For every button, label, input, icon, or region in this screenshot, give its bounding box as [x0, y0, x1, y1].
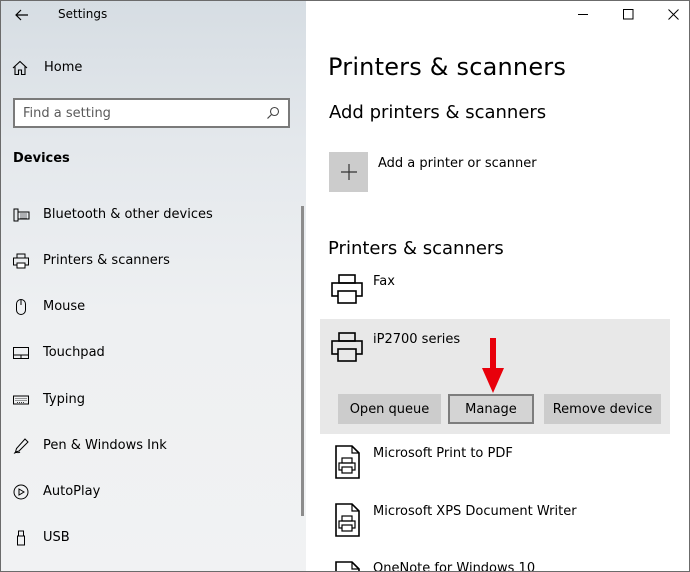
add-printer-label[interactable]: Add a printer or scanner	[378, 156, 537, 171]
list-section-title: Printers & scanners	[328, 238, 504, 259]
minimize-icon	[577, 13, 588, 15]
section-title-devices: Devices	[13, 151, 70, 166]
device-onenote[interactable]: OneNote for Windows 10	[320, 557, 670, 572]
usb-icon	[17, 530, 25, 546]
home-icon	[12, 60, 28, 76]
search-box[interactable]	[13, 98, 290, 128]
red-arrow-annotation	[482, 338, 504, 393]
minimize-button[interactable]	[573, 5, 593, 23]
pen-icon	[13, 438, 29, 454]
printer-icon	[331, 332, 363, 362]
remove-device-button[interactable]: Remove device	[544, 394, 661, 424]
add-printer-button[interactable]	[329, 152, 368, 192]
search-input[interactable]	[23, 104, 263, 122]
manage-button[interactable]: Manage	[448, 394, 534, 424]
printer-icon	[331, 274, 363, 304]
title-bar: Settings	[1, 1, 306, 31]
sidebar-item-bluetooth[interactable]: Bluetooth & other devices	[1, 195, 301, 235]
close-icon	[667, 8, 679, 20]
open-queue-button[interactable]: Open queue	[338, 394, 441, 424]
device-name: iP2700 series	[373, 332, 461, 347]
sidebar-item-label: Pen & Windows Ink	[43, 438, 167, 453]
sidebar-item-label: Printers & scanners	[43, 253, 170, 268]
device-xps-writer[interactable]: Microsoft XPS Document Writer	[320, 499, 670, 549]
keyboard-icon	[13, 395, 29, 405]
page-title: Printers & scanners	[328, 53, 567, 81]
device-name: Microsoft XPS Document Writer	[373, 504, 577, 519]
sidebar-scrollbar[interactable]	[301, 206, 304, 516]
maximize-icon	[622, 8, 633, 19]
sidebar-item-pen[interactable]: Pen & Windows Ink	[1, 426, 301, 466]
sidebar-item-mouse[interactable]: Mouse	[1, 287, 301, 327]
back-arrow-icon	[15, 9, 28, 21]
add-section-title: Add printers & scanners	[329, 102, 547, 123]
sidebar-item-typing[interactable]: Typing	[1, 380, 301, 420]
close-button[interactable]	[663, 5, 683, 23]
sidebar-item-label: Bluetooth & other devices	[43, 207, 213, 222]
sidebar: Settings Home Devices Bluetooth & other …	[1, 1, 306, 571]
document-printer-icon	[335, 445, 360, 479]
mouse-icon	[16, 299, 26, 315]
plus-icon	[340, 164, 357, 180]
bluetooth-devices-icon	[13, 208, 30, 222]
nav-home-label: Home	[44, 60, 83, 75]
sidebar-item-touchpad[interactable]: Touchpad	[1, 333, 301, 373]
main-content: Printers & scanners Add printers & scann…	[306, 1, 689, 572]
printer-icon	[13, 253, 29, 269]
sidebar-item-label: AutoPlay	[43, 484, 101, 499]
autoplay-icon	[13, 484, 29, 500]
sidebar-item-label: USB	[43, 530, 70, 545]
sidebar-item-label: Mouse	[43, 299, 86, 314]
sidebar-item-usb[interactable]: USB	[1, 518, 301, 558]
document-printer-icon	[335, 561, 360, 571]
device-name: Microsoft Print to PDF	[373, 446, 513, 461]
touchpad-icon	[13, 347, 29, 359]
device-fax[interactable]: Fax	[320, 269, 670, 313]
document-printer-icon	[335, 503, 360, 537]
device-name: OneNote for Windows 10	[373, 561, 536, 572]
back-button[interactable]	[9, 3, 35, 27]
app-title: Settings	[58, 7, 108, 21]
nav-home[interactable]: Home	[1, 51, 306, 85]
sidebar-item-printers[interactable]: Printers & scanners	[1, 241, 301, 281]
sidebar-item-label: Typing	[43, 392, 85, 407]
settings-window: Settings Home Devices Bluetooth & other …	[0, 0, 690, 572]
device-name: Fax	[373, 274, 395, 289]
search-icon[interactable]	[266, 106, 280, 120]
device-print-to-pdf[interactable]: Microsoft Print to PDF	[320, 441, 670, 491]
sidebar-item-autoplay[interactable]: AutoPlay	[1, 472, 301, 512]
sidebar-item-label: Touchpad	[43, 345, 105, 360]
maximize-button[interactable]	[618, 5, 638, 23]
